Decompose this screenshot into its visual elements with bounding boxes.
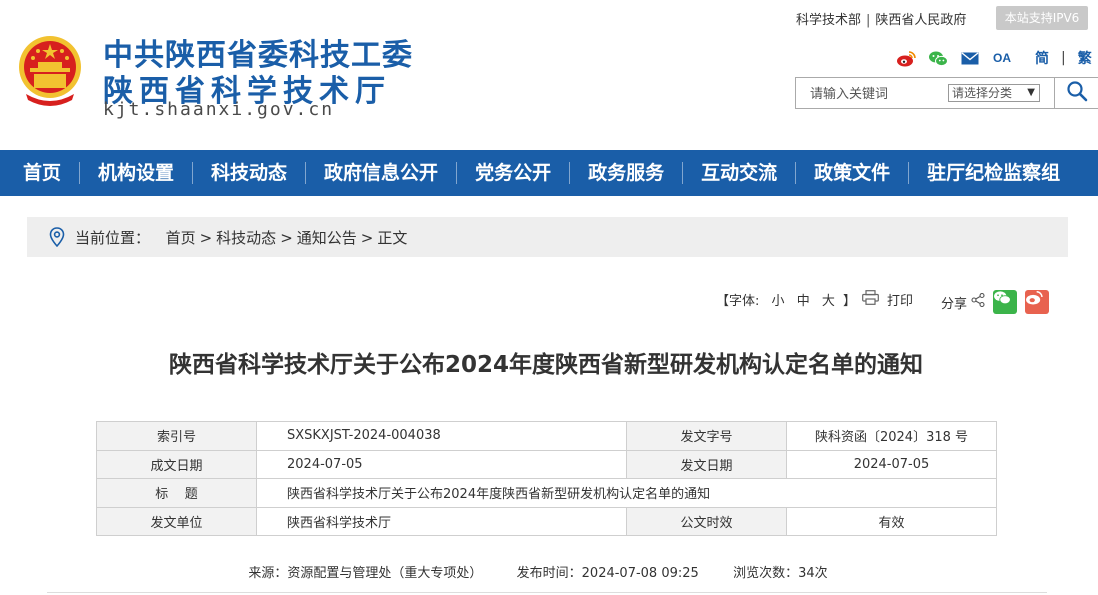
- header-icons: OA 简 | 繁: [895, 48, 1092, 68]
- printer-icon: [862, 290, 879, 309]
- mail-icon[interactable]: [959, 49, 981, 67]
- location-pin-icon: [49, 227, 65, 251]
- breadcrumb-item-home[interactable]: 首页: [166, 229, 196, 247]
- wechat-icon[interactable]: [927, 49, 949, 67]
- meta-key: 索引号: [96, 421, 257, 451]
- meta-key: 发文字号: [626, 421, 787, 451]
- nav-divider: [682, 162, 684, 184]
- link-shaanxi-gov[interactable]: 陕西省人民政府: [875, 13, 966, 28]
- breadcrumb-separator: >: [280, 229, 293, 247]
- share-icon: [971, 292, 985, 311]
- search-box: 请选择分类 ▼: [795, 77, 1098, 109]
- lang-simplified[interactable]: 简: [1035, 48, 1049, 68]
- nav-divider: [908, 162, 910, 184]
- breadcrumb-separator: >: [360, 229, 374, 247]
- search-input[interactable]: [796, 78, 946, 108]
- search-button[interactable]: [1054, 78, 1098, 108]
- font-size-small[interactable]: 小: [772, 290, 785, 309]
- breadcrumb-item-tech-news[interactable]: 科技动态: [216, 229, 276, 247]
- chevron-down-icon: ▼: [1027, 87, 1035, 98]
- print-label: 打印: [887, 294, 914, 309]
- source-value: 资源配置与管理处（重大专项处）: [287, 566, 483, 581]
- table-row: 发文单位 陕西省科学技术厅 公文时效 有效: [96, 506, 997, 536]
- breadcrumb-item-current: 正文: [377, 229, 408, 247]
- breadcrumb-item-notices[interactable]: 通知公告: [297, 229, 357, 247]
- breadcrumb-separator: >: [199, 229, 213, 247]
- nav-divider: [192, 162, 194, 184]
- nav-item-tech-news[interactable]: 科技动态: [211, 150, 287, 196]
- meta-value: 2024-07-05: [786, 449, 997, 479]
- ipv6-badge: 本站支持IPV6: [996, 6, 1088, 30]
- share-weibo-button[interactable]: [1025, 290, 1050, 314]
- nav-item-home[interactable]: 首页: [23, 150, 61, 196]
- meta-value: SXSKXJST-2024-004038: [256, 421, 627, 451]
- top-links-separator: |: [866, 13, 871, 28]
- meta-key: 发文日期: [626, 449, 787, 479]
- top-links: 科学技术部 | 陕西省人民政府: [796, 9, 966, 28]
- search-icon: [1066, 80, 1088, 106]
- print-button[interactable]: 打印: [862, 290, 913, 309]
- nav-item-gov-info[interactable]: 政府信息公开: [324, 150, 438, 196]
- breadcrumb-trail: 当前位置： 首页 > 科技动态 > 通知公告 > 正文: [75, 227, 407, 248]
- source-label: 来源：: [248, 566, 288, 581]
- breadcrumb-label: 当前位置：: [75, 229, 151, 247]
- views-count: 34次: [798, 566, 828, 581]
- share-label: 分享: [941, 296, 968, 312]
- share-group: 分享: [941, 290, 1050, 314]
- font-size-medium[interactable]: 中: [797, 290, 810, 309]
- meta-value: 陕西省科学技术厅关于公布2024年度陕西省新型研发机构认定名单的通知: [256, 478, 997, 508]
- meta-value: 陕科资函〔2024〕318 号: [786, 421, 997, 451]
- lang-traditional[interactable]: 繁: [1078, 48, 1092, 68]
- document-meta-table: 索引号 SXSKXJST-2024-004038 发文字号 陕科资函〔2024〕…: [96, 421, 997, 536]
- nav-item-organization[interactable]: 机构设置: [98, 150, 174, 196]
- category-select-value: 请选择分类: [952, 86, 1013, 100]
- article-toolbar: 【字体: 小 中 大 】 打印 分享: [716, 290, 1050, 314]
- site-header: 中共陕西省委科技工委 陕西省科学技术厅 kjt.shaanxi.gov.cn 科…: [0, 0, 1098, 150]
- nav-item-party-affairs[interactable]: 党务公开: [475, 150, 551, 196]
- publish-label: 发布时间：: [516, 566, 582, 581]
- table-row: 标 题 陕西省科学技术厅关于公布2024年度陕西省新型研发机构认定名单的通知: [96, 478, 997, 508]
- font-size-close: 】: [843, 294, 857, 309]
- meta-key: 发文单位: [96, 506, 257, 536]
- views-label: 浏览次数：: [733, 566, 799, 581]
- nav-divider: [79, 162, 81, 184]
- font-size-open: 【字体:: [716, 294, 760, 309]
- divider: [47, 592, 1047, 593]
- page-title: 陕西省科学技术厅关于公布2024年度陕西省新型研发机构认定名单的通知: [168, 352, 923, 378]
- weibo-icon: [1026, 291, 1043, 305]
- main-nav: 首页 机构设置 科技动态 政府信息公开 党务公开 政务服务 互动交流 政策文件 …: [0, 150, 1098, 196]
- meta-value: 有效: [786, 506, 997, 536]
- category-select[interactable]: 请选择分类 ▼: [948, 84, 1040, 102]
- national-emblem-icon: [16, 34, 84, 108]
- nav-divider: [795, 162, 797, 184]
- font-size-large[interactable]: 大: [822, 290, 835, 309]
- table-row: 索引号 SXSKXJST-2024-004038 发文字号 陕科资函〔2024〕…: [96, 421, 997, 451]
- share-wechat-button[interactable]: [993, 290, 1018, 314]
- meta-key: 标 题: [96, 478, 257, 508]
- oa-icon[interactable]: OA: [991, 49, 1013, 67]
- nav-item-gov-services[interactable]: 政务服务: [588, 150, 664, 196]
- meta-value: 2024-07-05: [256, 449, 627, 479]
- link-most[interactable]: 科学技术部: [796, 13, 861, 28]
- nav-item-interaction[interactable]: 互动交流: [701, 150, 777, 196]
- oa-label: OA: [993, 51, 1011, 65]
- lang-separator: |: [1061, 50, 1066, 66]
- meta-key: 公文时效: [626, 506, 787, 536]
- weibo-icon[interactable]: [895, 49, 917, 67]
- article-source-line: 来源：资源配置与管理处（重大专项处） 发布时间：2024-07-08 09:25…: [0, 562, 1076, 581]
- publish-time: 2024-07-08 09:25: [581, 566, 699, 581]
- site-domain: kjt.shaanxi.gov.cn: [103, 99, 335, 120]
- wechat-icon: [994, 291, 1011, 305]
- nav-divider: [305, 162, 307, 184]
- breadcrumb: 当前位置： 首页 > 科技动态 > 通知公告 > 正文: [27, 217, 1068, 257]
- table-row: 成文日期 2024-07-05 发文日期 2024-07-05: [96, 449, 997, 479]
- nav-item-discipline-inspection[interactable]: 驻厅纪检监察组: [927, 150, 1060, 196]
- nav-divider: [456, 162, 458, 184]
- nav-divider: [569, 162, 571, 184]
- meta-key: 成文日期: [96, 449, 257, 479]
- meta-value: 陕西省科学技术厅: [256, 506, 627, 536]
- nav-item-policy[interactable]: 政策文件: [814, 150, 890, 196]
